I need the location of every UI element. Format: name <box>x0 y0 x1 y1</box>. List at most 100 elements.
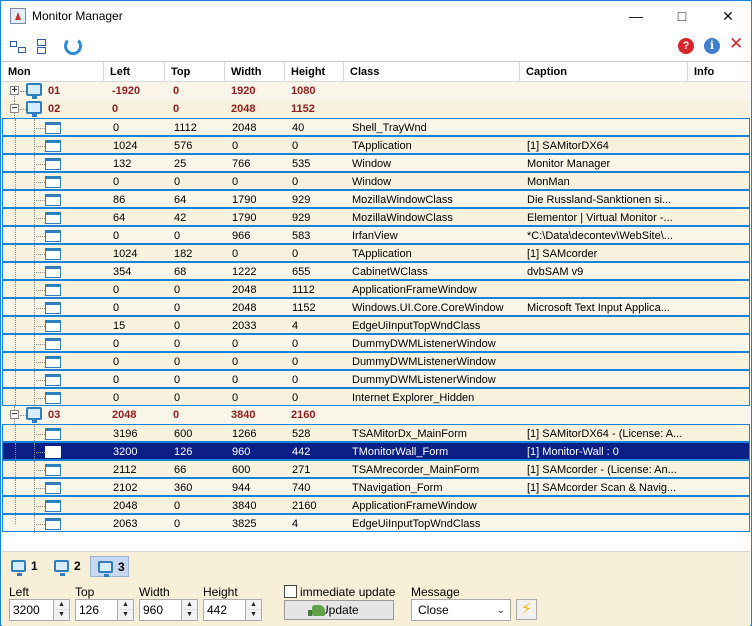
cell-width: 766 <box>232 158 251 170</box>
cell-info <box>695 497 745 515</box>
column-top[interactable]: Top <box>165 62 225 82</box>
chevron-down-icon[interactable]: ⌄ <box>497 601 505 621</box>
window-row[interactable]: 0 0 2048 1152 Windows.UI.Core.CoreWindow Micr… <box>2 298 750 317</box>
tree-line <box>34 128 45 129</box>
tree-expand-icon[interactable] <box>7 36 27 56</box>
close-window-button[interactable]: ✕ <box>705 1 751 31</box>
immediate-update-checkbox[interactable] <box>284 585 297 598</box>
tree-expander-icon[interactable]: − <box>10 104 19 114</box>
height-input[interactable] <box>204 600 245 620</box>
lightning-icon[interactable]: ⚡ <box>516 599 537 620</box>
width-spinner[interactable]: ▲▼ <box>139 599 198 621</box>
window-row[interactable]: 0 1112 2048 40 Shell_TrayWnd <box>2 118 750 137</box>
width-down-icon[interactable]: ▼ <box>181 610 197 620</box>
column-caption[interactable]: Caption <box>520 62 688 82</box>
monitor-tab-label: 2 <box>74 559 81 573</box>
app-icon <box>10 8 26 24</box>
tree-line <box>15 209 16 227</box>
window-row[interactable]: 2102 360 944 740 TNavigation_Form [1] SAMcord… <box>2 478 750 497</box>
window-row[interactable]: 3196 600 1266 528 TSAMitorDx_MainForm [1] SAM… <box>2 424 750 443</box>
cell-top: 66 <box>174 464 187 476</box>
window-row[interactable]: 15 0 2033 4 EdgeUiInputTopWndClass <box>2 316 750 335</box>
monitor-window-grid[interactable]: Mon Left Top Width Height Class Caption … <box>2 61 750 551</box>
cell-top: 182 <box>174 248 193 260</box>
window-row[interactable]: 0 0 0 0 Internet Explorer_Hidden <box>2 388 750 407</box>
message-select[interactable]: Close ⌄ <box>411 599 511 621</box>
column-width[interactable]: Width <box>225 62 285 82</box>
column-info[interactable]: Info <box>688 62 750 82</box>
info-icon[interactable]: i <box>704 38 720 54</box>
left-spinner[interactable]: ▲▼ <box>9 599 70 621</box>
left-down-icon[interactable]: ▼ <box>53 610 69 620</box>
cell-top: 0 <box>174 320 181 332</box>
cell-mon <box>49 155 101 173</box>
cell-width: 2033 <box>232 320 257 332</box>
window-row[interactable]: 2112 66 600 271 TSAMrecorder_MainForm [1] SAM… <box>2 460 750 479</box>
cell-class: TSAMrecorder_MainForm <box>352 464 480 476</box>
cell-caption: Monitor Manager <box>527 158 611 170</box>
column-class[interactable]: Class <box>344 62 520 82</box>
window-row[interactable]: 0 0 0 0 Window MonMan <box>2 172 750 191</box>
window-row[interactable]: 1024 576 0 0 TApplication [1] SAMitorDX64 <box>2 136 750 155</box>
top-spinner[interactable]: ▲▼ <box>75 599 134 621</box>
minimize-button[interactable]: — <box>613 1 659 31</box>
refresh-icon[interactable] <box>64 37 82 55</box>
tree-expander-icon[interactable]: + <box>10 86 19 96</box>
column-mon[interactable]: Mon <box>2 62 104 82</box>
column-left[interactable]: Left <box>104 62 165 82</box>
monitor-icon <box>11 560 26 576</box>
close-icon[interactable]: ✕ <box>729 35 749 56</box>
monitor-row[interactable]: +01 -1920 0 1920 1080 <box>2 82 750 109</box>
top-down-icon[interactable]: ▼ <box>117 610 133 620</box>
maximize-button[interactable]: □ <box>659 1 705 31</box>
height-up-icon[interactable]: ▲ <box>245 600 261 610</box>
window-row[interactable]: 0 0 0 0 DummyDWMListenerWindow <box>2 334 750 353</box>
height-spinner[interactable]: ▲▼ <box>203 599 262 621</box>
cell-top: 600 <box>174 428 193 440</box>
cell-caption <box>527 335 685 353</box>
window-row[interactable]: 0 0 0 0 DummyDWMListenerWindow <box>2 370 750 389</box>
window-row[interactable]: 0 0 0 0 DummyDWMListenerWindow <box>2 352 750 371</box>
width-input[interactable] <box>140 600 181 620</box>
top-input[interactable] <box>76 600 117 620</box>
update-button[interactable]: Update <box>284 600 394 620</box>
window-row[interactable]: 354 68 1222 655 CabinetWClass dvbSAM v9 <box>2 262 750 281</box>
monitor-tab-2[interactable]: 2 <box>47 556 85 577</box>
left-input[interactable] <box>10 600 53 620</box>
title-bar[interactable]: Monitor Manager — □ ✕ <box>1 1 751 31</box>
cell-caption <box>526 406 684 424</box>
cell-mon <box>49 137 101 155</box>
immediate-update-label[interactable]: immediate update <box>300 585 395 599</box>
tree-line <box>15 425 16 443</box>
window-row[interactable]: 1024 182 0 0 TApplication [1] SAMcorder <box>2 244 750 263</box>
width-up-icon[interactable]: ▲ <box>181 600 197 610</box>
monitor-tab-1[interactable]: 1 <box>4 556 42 577</box>
monitor-row[interactable]: − 03 2048 0 3840 2160 <box>2 406 750 424</box>
cell-height: 442 <box>292 446 311 458</box>
window-row[interactable]: 64 42 1790 929 MozillaWindowClass Elementor |… <box>2 208 750 227</box>
cell-info <box>695 119 745 137</box>
help-icon[interactable]: ? <box>678 38 694 54</box>
window-row[interactable]: 0 0 2048 1112 ApplicationFrameWindow <box>2 280 750 299</box>
tree-line <box>34 524 45 525</box>
window-row[interactable]: 132 25 766 535 Window Monitor Manager <box>2 154 750 173</box>
cell-width: 2048 <box>232 122 257 134</box>
top-up-icon[interactable]: ▲ <box>117 600 133 610</box>
tree-line <box>34 434 45 435</box>
tree-expander-icon[interactable]: − <box>10 410 19 420</box>
window-row[interactable]: 0 0 966 583 IrfanView *C:\Data\decontev\WebSi… <box>2 226 750 245</box>
monitor-tab-3[interactable]: 3 <box>90 556 129 577</box>
cell-left: 0 <box>113 284 120 296</box>
window-row[interactable]: 2063 0 3825 4 EdgeUiInputTopWndClass <box>2 514 750 533</box>
window-row[interactable]: 3200 126 960 442 TMonitorWall_Form [1] Monito… <box>2 442 750 461</box>
cell-class: ApplicationFrameWindow <box>352 284 477 296</box>
column-height[interactable]: Height <box>285 62 344 82</box>
window-row[interactable]: 86 64 1790 929 MozillaWindowClass Die Russlan… <box>2 190 750 209</box>
cell-left: 2048 <box>112 409 137 421</box>
window-row[interactable]: 2048 0 3840 2160 ApplicationFrameWindow <box>2 496 750 515</box>
tree-line <box>15 497 16 515</box>
left-up-icon[interactable]: ▲ <box>53 600 69 610</box>
height-down-icon[interactable]: ▼ <box>245 610 261 620</box>
tree-collapse-icon[interactable] <box>32 36 52 56</box>
monitor-row[interactable]: − 02 0 0 2048 1152 <box>2 100 750 118</box>
